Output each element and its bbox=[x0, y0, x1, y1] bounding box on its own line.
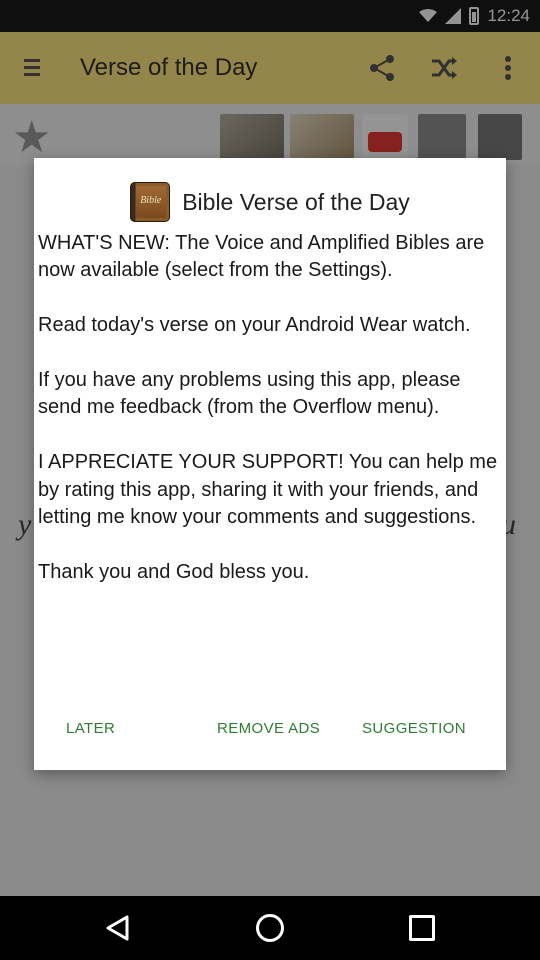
dialog-message: WHAT'S NEW: The Voice and Amplified Bibl… bbox=[38, 232, 498, 583]
home-icon[interactable] bbox=[256, 914, 284, 942]
recents-icon[interactable] bbox=[409, 915, 435, 941]
bible-book-icon: Bible bbox=[130, 182, 171, 222]
navigation-bar bbox=[0, 896, 540, 960]
dialog-actions: LATER REMOVE ADS SUGGESTION bbox=[34, 718, 506, 748]
screen: 12:24 Verse of the Day ★ y u Bible Bible… bbox=[0, 0, 540, 960]
back-icon[interactable] bbox=[104, 914, 130, 942]
whats-new-dialog: Bible Bible Verse of the Day WHAT'S NEW:… bbox=[34, 158, 506, 770]
suggestion-button[interactable]: SUGGESTION bbox=[362, 718, 466, 739]
bible-icon-label: Bible bbox=[140, 195, 162, 206]
dialog-title: Bible Verse of the Day bbox=[182, 188, 410, 215]
dialog-header: Bible Bible Verse of the Day bbox=[34, 178, 506, 226]
remove-ads-button[interactable]: REMOVE ADS bbox=[217, 718, 320, 739]
later-button[interactable]: LATER bbox=[66, 718, 115, 739]
